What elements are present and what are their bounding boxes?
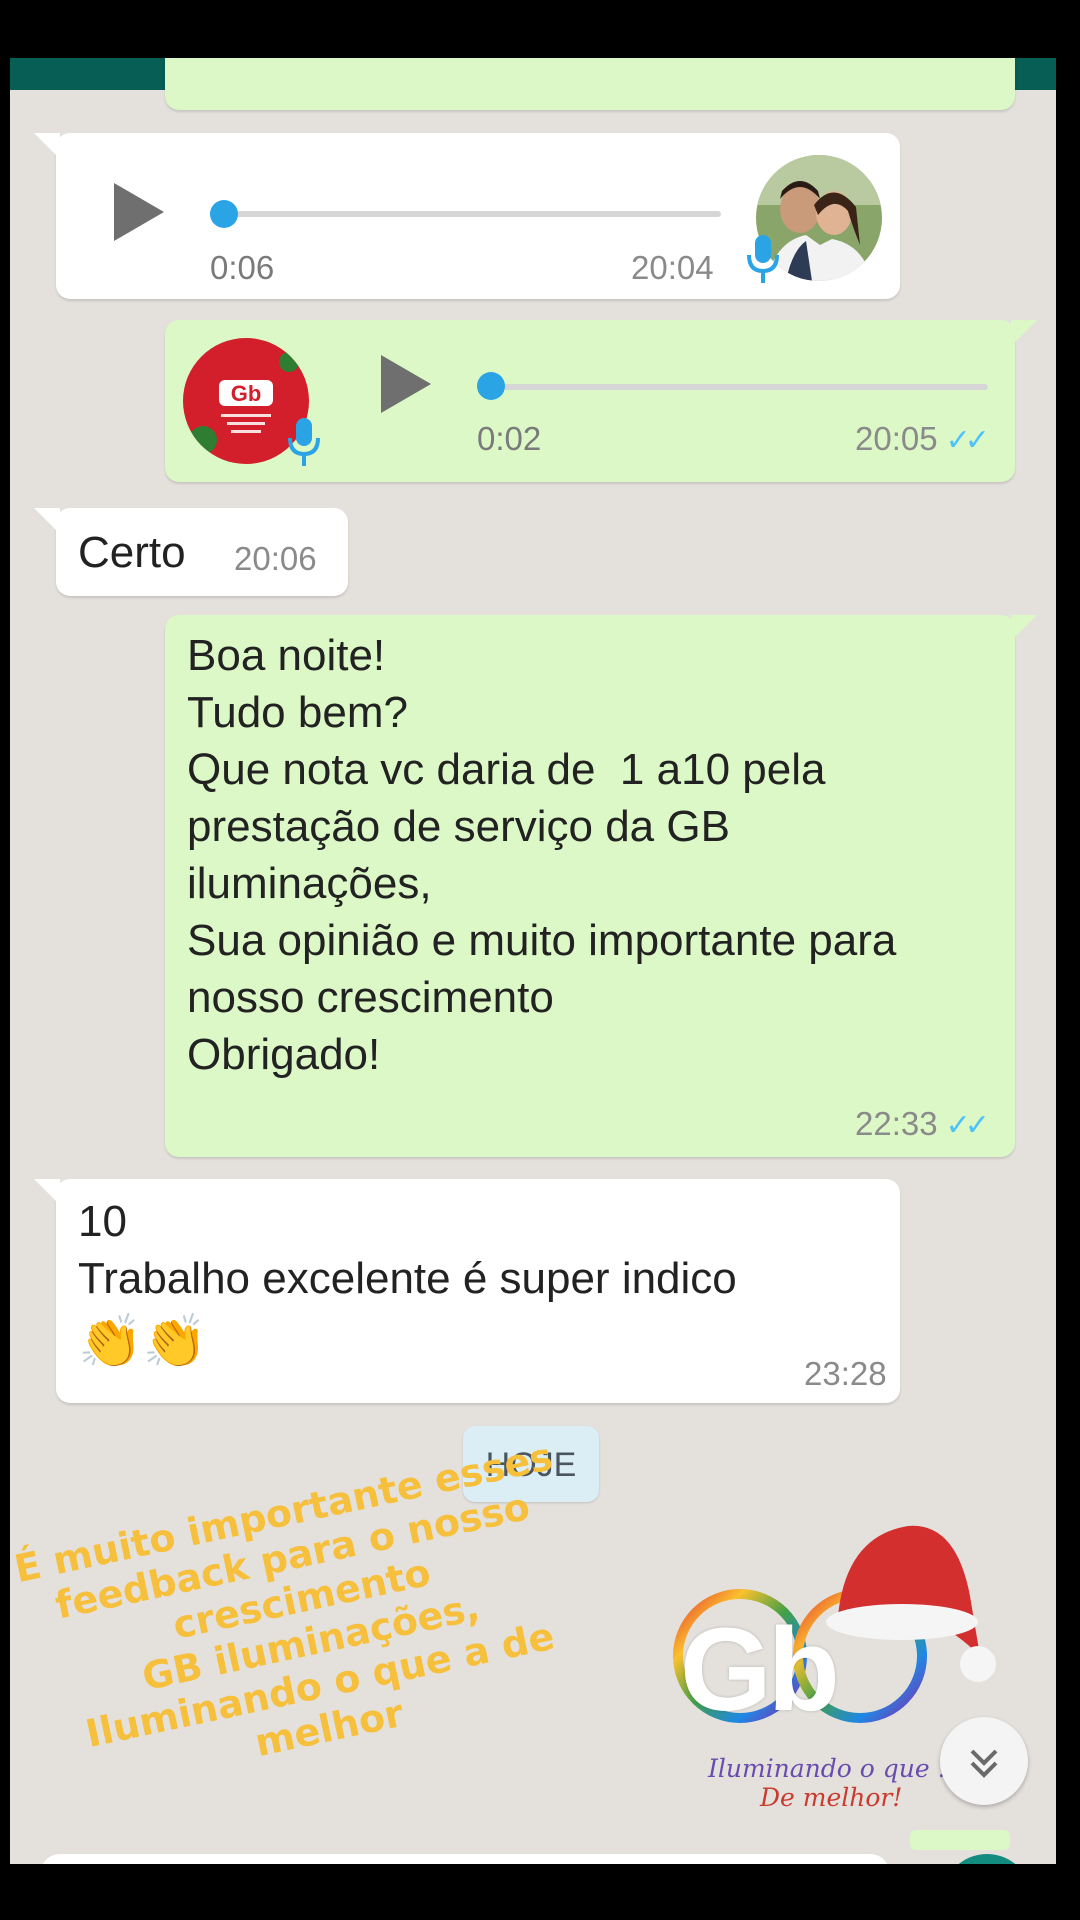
play-icon[interactable] [114,183,164,241]
message-line: Tudo bem? [187,688,408,737]
outgoing-voice-message[interactable]: Gb 0:02 20:05 ✓✓ [165,320,1037,482]
incoming-voice-message[interactable]: 0:06 20:04 [34,133,900,299]
gb-logo-wordmark: Gb [680,1604,840,1736]
audio-progress-track[interactable] [483,384,988,390]
message-line: Sua opinião e muito importante para [187,916,897,965]
voice-duration: 0:02 [477,420,542,457]
message-text: 10 Trabalho excelente é super indico 👏👏 [78,1193,737,1377]
mic-icon [747,235,779,283]
scroll-to-bottom-button[interactable] [940,1717,1028,1805]
message-time-text: 20:05 [855,420,938,457]
message-line: prestação de serviço da GB [187,802,730,851]
tagline-line: De melhor! [760,1783,903,1812]
next-message-partial[interactable] [910,1830,1010,1850]
previous-message-partial[interactable] [165,58,1015,110]
outgoing-text-message[interactable]: Boa noite! Tudo bem? Que nota vc daria d… [165,615,1037,1157]
voice-duration: 0:06 [210,249,275,286]
chat-area[interactable]: 0:06 20:04 Gb 0:02 20:05 ✓✓ Certo 20:06 … [10,58,1056,1864]
incoming-text-message[interactable]: 10 Trabalho excelente é super indico 👏👏 … [34,1179,900,1403]
avatar-logo-text: Gb [231,381,262,406]
message-time-text: 22:33 [855,1105,938,1142]
message-time: 20:06 [234,540,317,577]
audio-progress-knob[interactable] [210,200,238,228]
message-line: Obrigado! [187,1030,381,1079]
message-time: 23:28 [804,1355,887,1392]
mic-icon [288,418,320,466]
read-receipt-icon: ✓✓ [945,1109,990,1142]
read-receipt-icon: ✓✓ [945,424,990,457]
message-time: 20:05 ✓✓ [855,420,990,458]
message-text: Boa noite! Tudo bem? Que nota vc daria d… [187,627,1007,1083]
double-chevron-down-icon [970,1749,998,1778]
story-caption: É muito importante esses feedback para o… [10,1433,608,1808]
message-line: nosso crescimento [187,973,554,1022]
incoming-text-message[interactable]: Certo 20:06 [34,508,348,596]
message-line: 10 [78,1197,127,1246]
tagline-line: Iluminando o que . [708,1754,946,1783]
message-input-partial[interactable] [40,1854,890,1864]
audio-progress-knob[interactable] [477,372,505,400]
audio-progress-track[interactable] [216,211,721,217]
message-time: 22:33 ✓✓ [855,1105,990,1143]
message-time: 20:04 [631,249,714,286]
message-line: Trabalho excelente é super indico [78,1254,737,1303]
message-text: Certo [78,528,186,577]
message-line: iluminações, [187,859,432,908]
play-icon[interactable] [381,355,431,413]
clapping-hands-emoji: 👏👏 [78,1313,208,1371]
message-line: Que nota vc daria de 1 a10 pela [187,745,826,794]
message-line: Boa noite! [187,631,386,680]
gb-logo-tagline: Iluminando o que . De melhor! [708,1754,946,1812]
